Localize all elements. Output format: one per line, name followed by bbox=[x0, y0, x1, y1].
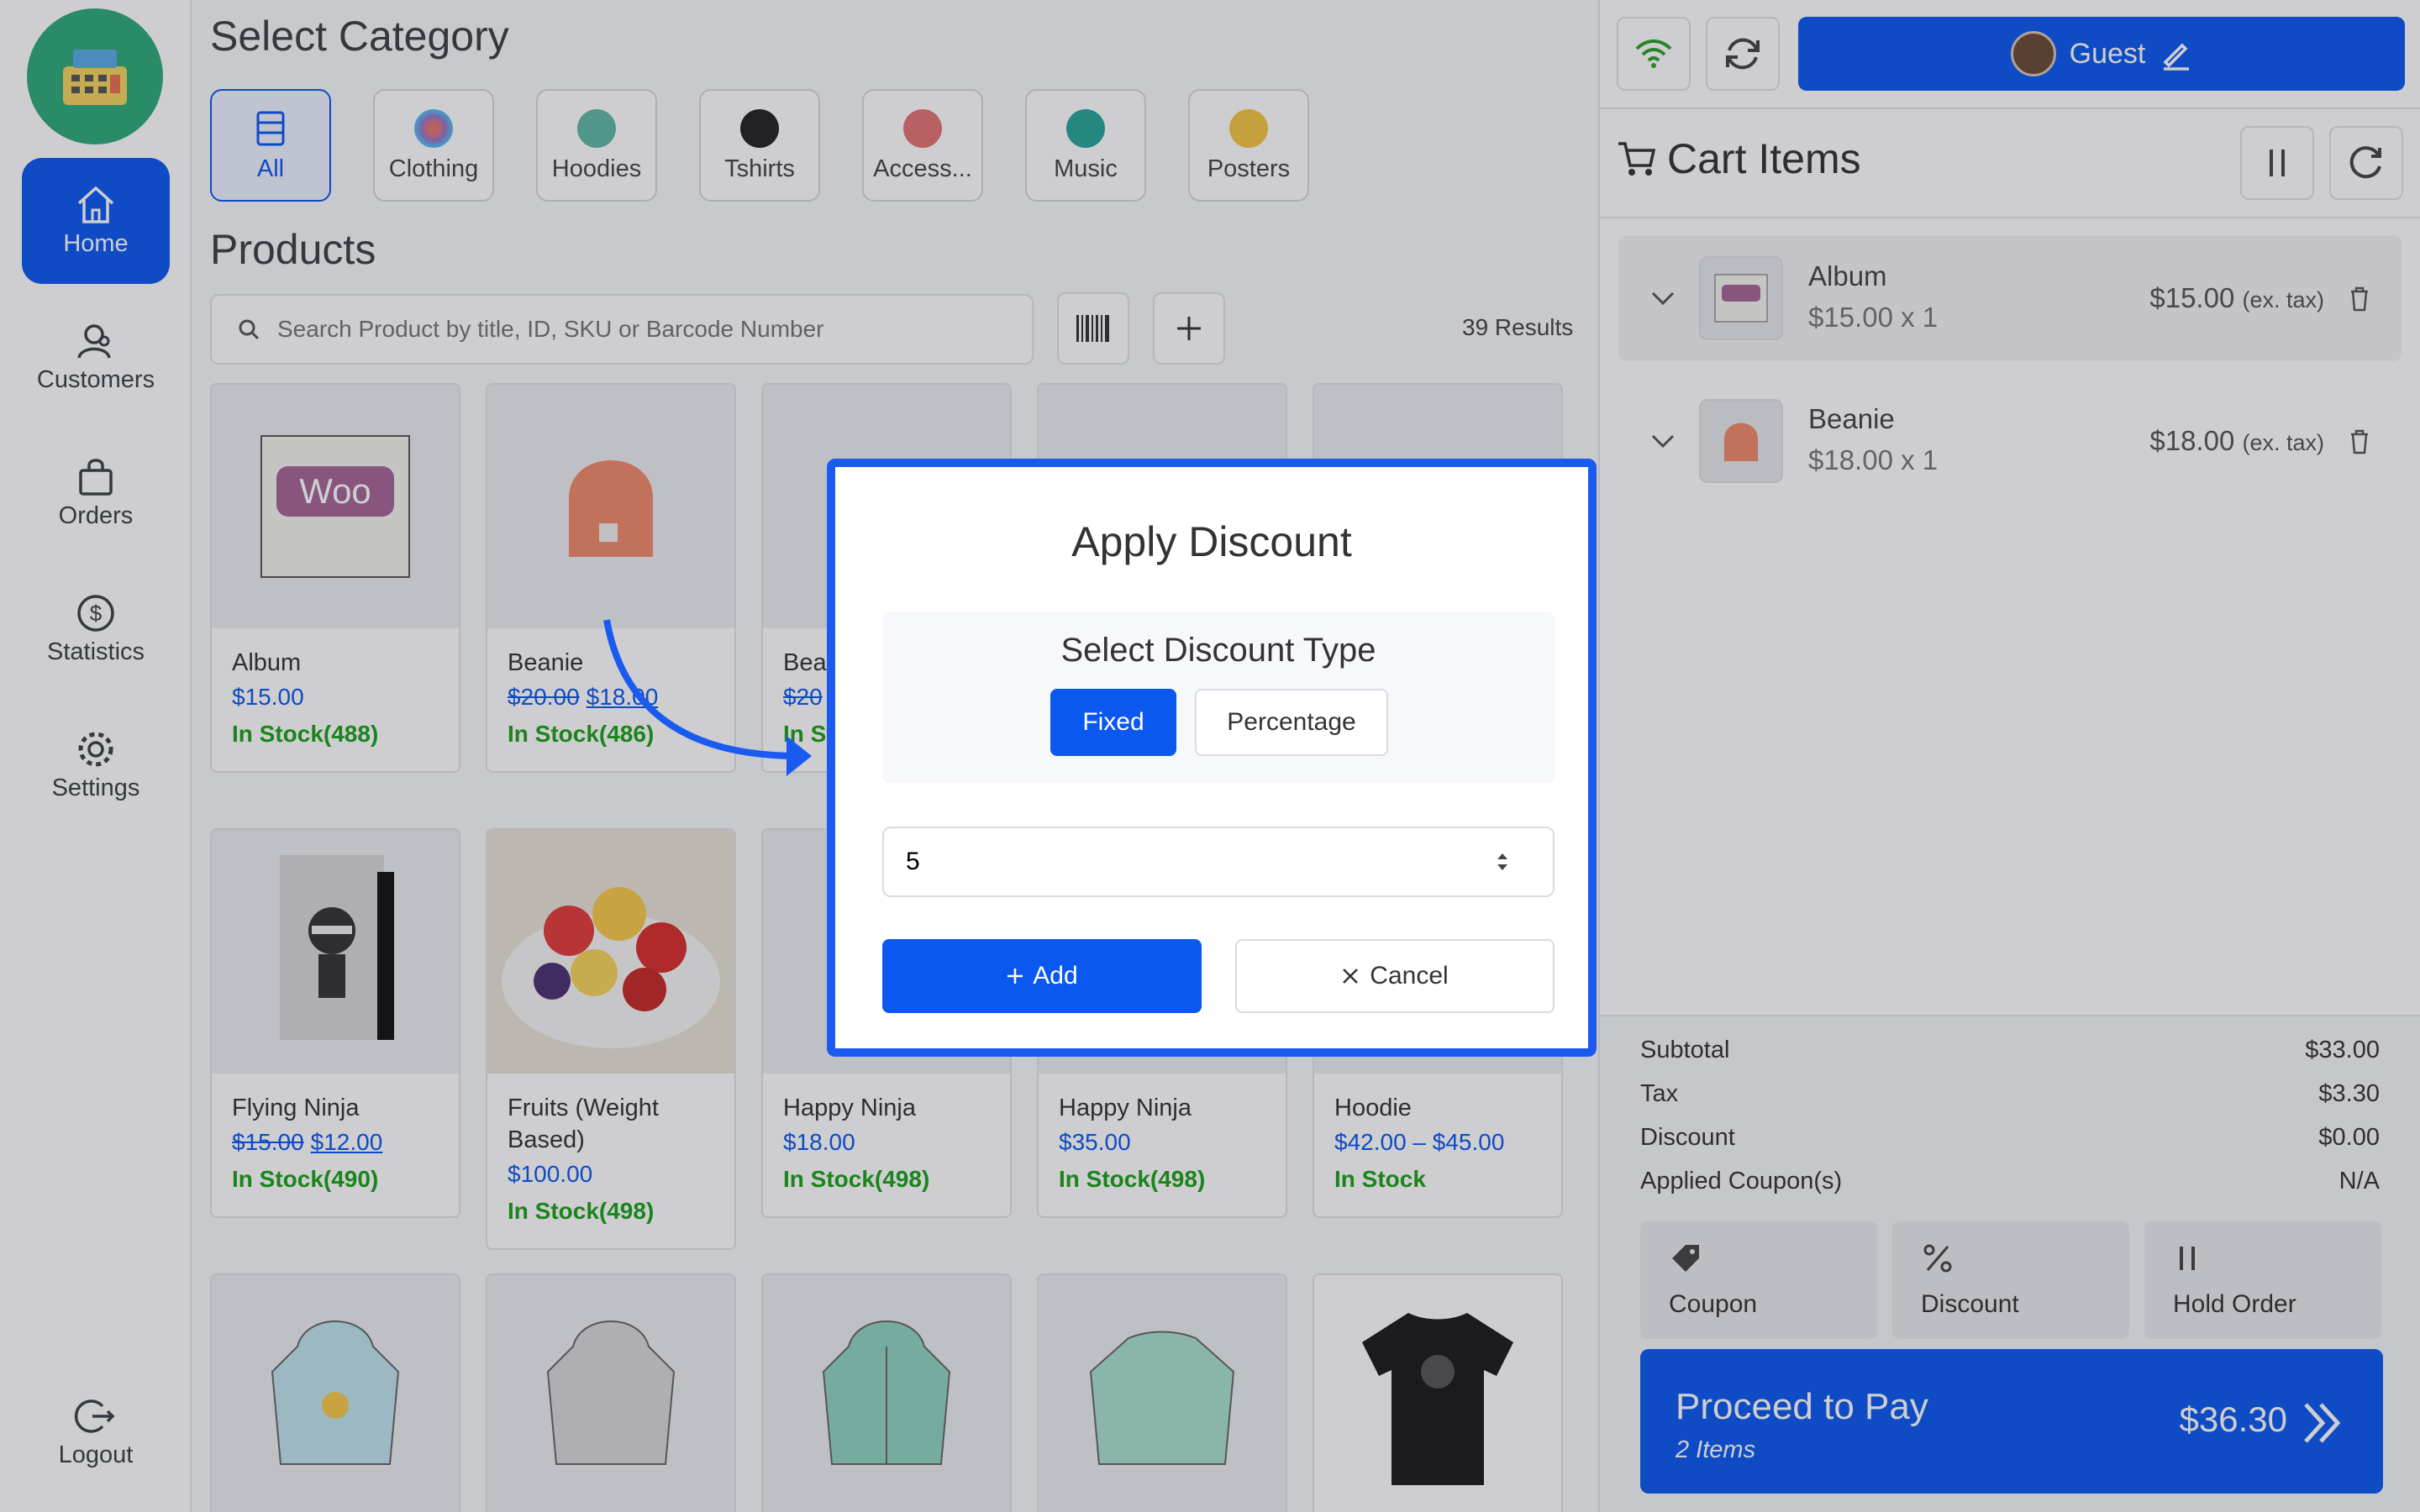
discount-amount-field bbox=[882, 827, 1555, 897]
discount-amount-input[interactable] bbox=[906, 848, 1494, 876]
close-icon bbox=[1343, 969, 1359, 984]
percentage-discount-button[interactable]: Percentage bbox=[1195, 689, 1388, 756]
number-stepper-icon[interactable] bbox=[1494, 850, 1511, 874]
fixed-discount-button[interactable]: Fixed bbox=[1050, 689, 1176, 756]
modal-title: Apply Discount bbox=[1071, 518, 1352, 565]
pos-app: Home Customers Orders $ Statistics Setti… bbox=[0, 0, 2420, 1512]
add-discount-button[interactable]: Add bbox=[882, 939, 1202, 1013]
discount-type-section: Select Discount Type Fixed Percentage bbox=[882, 612, 1555, 783]
cancel-button[interactable]: Cancel bbox=[1235, 939, 1555, 1013]
cancel-label: Cancel bbox=[1370, 962, 1449, 990]
apply-discount-modal: Apply Discount Select Discount Type Fixe… bbox=[827, 459, 1597, 1057]
discount-type-label: Select Discount Type bbox=[1060, 632, 1376, 669]
add-label: Add bbox=[1033, 962, 1078, 990]
annotation-arrow bbox=[603, 619, 812, 776]
plus-icon bbox=[1007, 969, 1023, 984]
